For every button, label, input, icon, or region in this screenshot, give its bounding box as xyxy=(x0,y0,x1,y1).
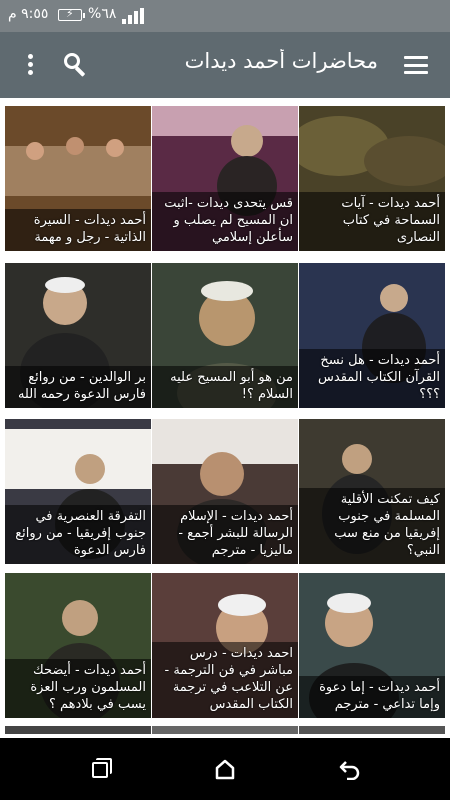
video-tile[interactable]: بر الوالدين - من روائع فارس الدعوة رحمه … xyxy=(5,263,151,408)
video-tile[interactable]: أحمد ديدات - هل نسخ القرآن الكتاب المقدس… xyxy=(299,263,445,408)
battery-icon: ⚡ xyxy=(58,7,85,21)
video-tile[interactable]: التفرقة العنصرية في جنوب إفريقيا - من رو… xyxy=(5,419,151,564)
status-time: ٩:٥٥ م xyxy=(8,6,49,22)
video-title: احمد ديدات - درس مباشر في فن الترجمة - ع… xyxy=(152,642,298,718)
video-tile[interactable]: احمد ديدات - درس مباشر في فن الترجمة - ع… xyxy=(152,573,298,718)
video-title: أحمد ديدات - آيات السماحة في كتاب النصار… xyxy=(299,192,445,251)
video-title: أحمد ديدات - السيرة الذاتية - رجل و مهمة xyxy=(5,209,151,251)
video-tile[interactable]: أحمد ديدات - الإسلام الرسالة للبشر أجمع … xyxy=(152,419,298,564)
video-tile[interactable]: من هو أبو المسيح عليه السلام ؟! xyxy=(152,263,298,408)
status-bar: ٩:٥٥ م ⚡ %٦٨ xyxy=(0,0,450,32)
app-bar: محاضرات أحمد ديدات xyxy=(0,32,450,98)
video-tile[interactable]: أحمد ديدات - إما دعوة وإما تداعي - مترجم xyxy=(299,573,445,718)
video-title: كيف تمكنت الأقلية المسلمة في جنوب إفريقي… xyxy=(299,488,445,564)
hamburger-menu-icon[interactable] xyxy=(404,56,428,74)
video-tile[interactable] xyxy=(5,726,151,734)
video-title: أحمد ديدات - الإسلام الرسالة للبشر أجمع … xyxy=(152,505,298,564)
video-title: أحمد ديدات - أيضحك المسلمون ورب العزة يس… xyxy=(5,659,151,718)
video-title: من هو أبو المسيح عليه السلام ؟! xyxy=(152,366,298,408)
video-title: التفرقة العنصرية في جنوب إفريقيا - من رو… xyxy=(5,505,151,564)
video-grid: أحمد ديدات - آيات السماحة في كتاب النصار… xyxy=(5,106,445,734)
video-title: أحمد ديدات - هل نسخ القرآن الكتاب المقدس… xyxy=(299,349,445,408)
video-tile[interactable]: أحمد ديدات - آيات السماحة في كتاب النصار… xyxy=(299,106,445,251)
page-title: محاضرات أحمد ديدات xyxy=(184,49,378,73)
video-tile[interactable]: أحمد ديدات - أيضحك المسلمون ورب العزة يس… xyxy=(5,573,151,718)
recents-icon[interactable] xyxy=(90,758,112,780)
video-tile[interactable] xyxy=(152,726,298,734)
back-icon[interactable] xyxy=(339,758,361,780)
system-nav-bar xyxy=(0,738,450,800)
search-icon[interactable] xyxy=(64,53,88,77)
video-tile[interactable] xyxy=(299,726,445,734)
video-tile[interactable]: أحمد ديدات - السيرة الذاتية - رجل و مهمة xyxy=(5,106,151,251)
video-tile[interactable]: كيف تمكنت الأقلية المسلمة في جنوب إفريقي… xyxy=(299,419,445,564)
video-title: قس يتحدى ديدات -اثبت ان المسيح لم يصلب و… xyxy=(152,192,298,251)
signal-icon xyxy=(122,8,144,24)
video-tile[interactable]: قس يتحدى ديدات -اثبت ان المسيح لم يصلب و… xyxy=(152,106,298,251)
video-title: بر الوالدين - من روائع فارس الدعوة رحمه … xyxy=(5,366,151,408)
video-title: أحمد ديدات - إما دعوة وإما تداعي - مترجم xyxy=(299,676,445,718)
home-icon[interactable] xyxy=(214,758,236,780)
battery-percent: %٦٨ xyxy=(88,6,117,22)
more-vert-icon[interactable] xyxy=(26,54,34,76)
